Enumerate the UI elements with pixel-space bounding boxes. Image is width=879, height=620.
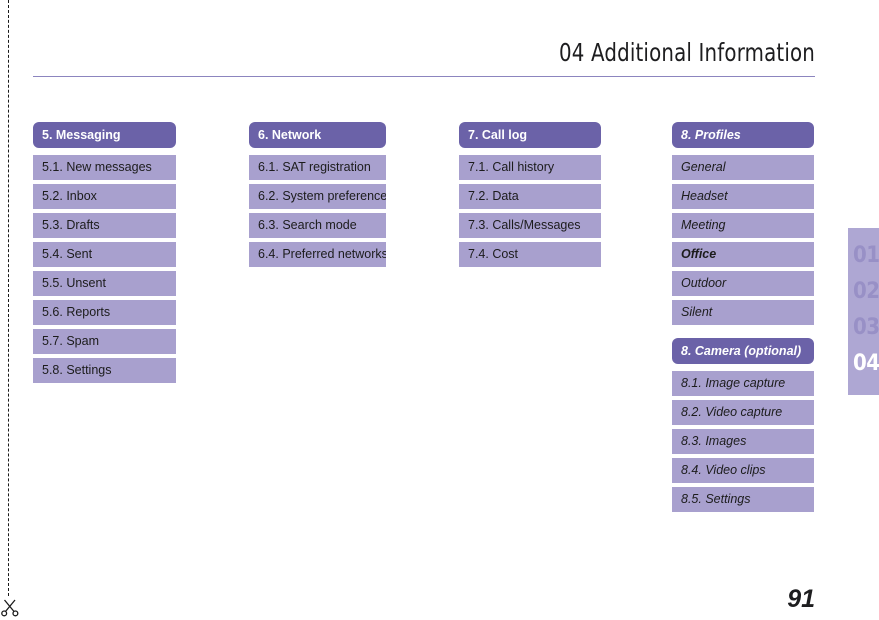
group-header-call-log[interactable]: 7. Call log	[459, 122, 601, 148]
menu-item[interactable]: 5.4. Sent	[33, 242, 176, 267]
menu-item[interactable]: 7.3. Calls/Messages	[459, 213, 601, 238]
menu-item[interactable]: 6.3. Search mode	[249, 213, 386, 238]
menu-group-network: 6. Network 6.1. SAT registration 6.2. Sy…	[249, 122, 386, 267]
menu-item[interactable]: 6.4. Preferred networks	[249, 242, 386, 267]
menu-column-messaging: 5. Messaging 5.1. New messages 5.2. Inbo…	[33, 122, 176, 387]
menu-item[interactable]: 5.3. Drafts	[33, 213, 176, 238]
title-divider	[33, 76, 815, 77]
menu-item[interactable]: 8.1. Image capture	[672, 371, 814, 396]
group-header-messaging[interactable]: 5. Messaging	[33, 122, 176, 148]
menu-group-camera: 8. Camera (optional) 8.1. Image capture …	[672, 338, 814, 512]
menu-item[interactable]: 5.8. Settings	[33, 358, 176, 383]
menu-columns: 5. Messaging 5.1. New messages 5.2. Inbo…	[0, 122, 879, 542]
menu-item[interactable]: 7.2. Data	[459, 184, 601, 209]
menu-item[interactable]: 5.6. Reports	[33, 300, 176, 325]
menu-item[interactable]: 5.5. Unsent	[33, 271, 176, 296]
menu-item[interactable]: 5.2. Inbox	[33, 184, 176, 209]
menu-column-network: 6. Network 6.1. SAT registration 6.2. Sy…	[249, 122, 386, 271]
chapter-tab-02[interactable]: 02	[848, 274, 879, 310]
menu-item[interactable]: Meeting	[672, 213, 814, 238]
scissors-icon	[0, 596, 20, 618]
menu-item[interactable]: 6.1. SAT registration	[249, 155, 386, 180]
menu-group-call-log: 7. Call log 7.1. Call history 7.2. Data …	[459, 122, 601, 267]
chapter-tab-01[interactable]: 01	[848, 238, 879, 274]
menu-item[interactable]: General	[672, 155, 814, 180]
menu-item[interactable]: 5.7. Spam	[33, 329, 176, 354]
page-title: 04 Additional Information	[559, 38, 815, 67]
chapter-tab: 01 02 03 04	[848, 228, 879, 395]
chapter-tab-04[interactable]: 04	[848, 346, 879, 382]
page-number: 91	[787, 585, 815, 613]
menu-group-profiles: 8. Profiles General Headset Meeting Offi…	[672, 122, 814, 325]
group-header-profiles[interactable]: 8. Profiles	[672, 122, 814, 148]
menu-item[interactable]: 6.2. System preference	[249, 184, 386, 209]
chapter-tab-03[interactable]: 03	[848, 310, 879, 346]
menu-item[interactable]: Outdoor	[672, 271, 814, 296]
menu-column-profiles: 8. Profiles General Headset Meeting Offi…	[672, 122, 814, 516]
menu-group-messaging: 5. Messaging 5.1. New messages 5.2. Inbo…	[33, 122, 176, 383]
menu-item[interactable]: 5.1. New messages	[33, 155, 176, 180]
menu-item[interactable]: 8.5. Settings	[672, 487, 814, 512]
menu-item[interactable]: 8.4. Video clips	[672, 458, 814, 483]
menu-item[interactable]: Headset	[672, 184, 814, 209]
menu-item[interactable]: 7.4. Cost	[459, 242, 601, 267]
group-header-camera[interactable]: 8. Camera (optional)	[672, 338, 814, 364]
menu-item-selected[interactable]: Office	[672, 242, 814, 267]
menu-item[interactable]: Silent	[672, 300, 814, 325]
menu-column-call-log: 7. Call log 7.1. Call history 7.2. Data …	[459, 122, 601, 271]
manual-page: 04 Additional Information 5. Messaging 5…	[0, 0, 879, 620]
menu-item[interactable]: 7.1. Call history	[459, 155, 601, 180]
group-header-network[interactable]: 6. Network	[249, 122, 386, 148]
menu-item[interactable]: 8.2. Video capture	[672, 400, 814, 425]
menu-item[interactable]: 8.3. Images	[672, 429, 814, 454]
